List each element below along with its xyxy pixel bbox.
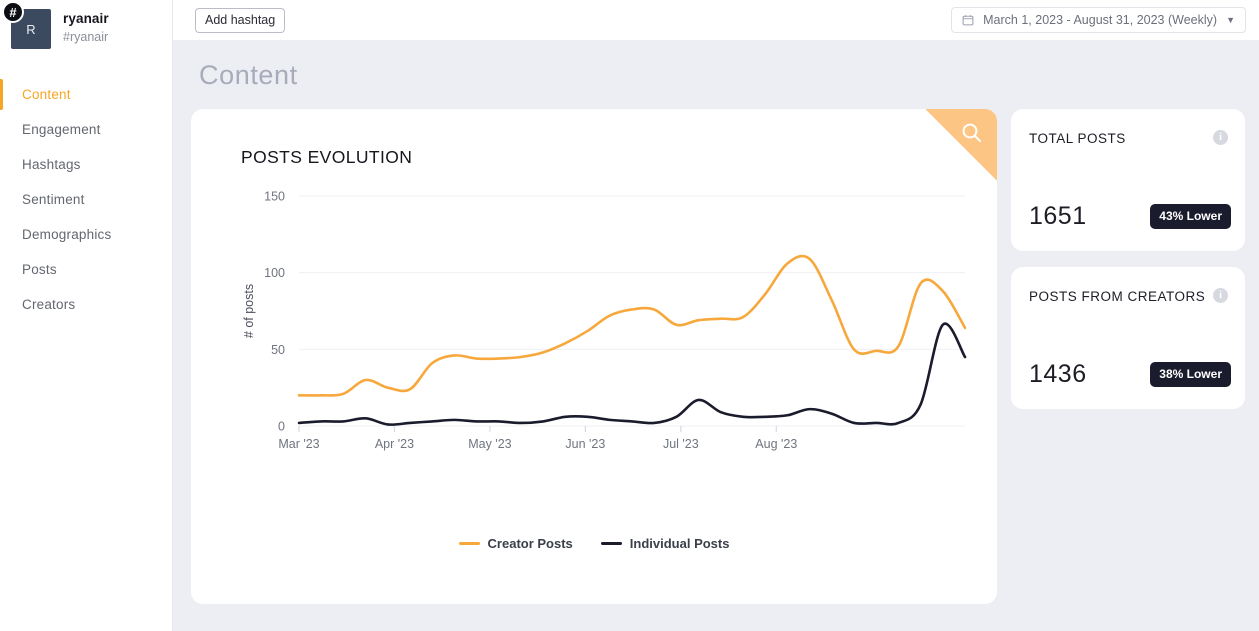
svg-text:Jun '23: Jun '23 <box>565 437 605 451</box>
sidebar-item-label: Sentiment <box>22 192 85 207</box>
content-row: POSTS EVOLUTION 0 50 100 150 # of posts Mar '… <box>173 91 1259 604</box>
metric-card-total-posts: TOTAL POSTS i 1651 43% Lower <box>1011 109 1245 251</box>
metric-card-posts-from-creators: POSTS FROM CREATORS i 1436 38% Lower <box>1011 267 1245 409</box>
sidebar-item-creators[interactable]: Creators <box>0 287 172 322</box>
date-range-selector[interactable]: March 1, 2023 - August 31, 2023 (Weekly)… <box>951 7 1246 33</box>
svg-text:Apr '23: Apr '23 <box>375 437 414 451</box>
calendar-icon <box>962 15 974 26</box>
svg-text:100: 100 <box>264 266 285 280</box>
sidebar-item-label: Content <box>22 87 71 102</box>
sidebar-item-label: Hashtags <box>22 157 81 172</box>
metric-cards: TOTAL POSTS i 1651 43% Lower POSTS FROM … <box>1011 109 1245 604</box>
main-area: Add hashtag March 1, 2023 - August 31, 2… <box>173 0 1259 631</box>
legend-item-individual-posts[interactable]: Individual Posts <box>600 536 730 551</box>
metric-value: 1651 <box>1029 202 1087 230</box>
search-ribbon[interactable] <box>925 109 997 181</box>
metric-title: POSTS FROM CREATORS <box>1029 289 1206 304</box>
legend-label: Creator Posts <box>487 536 573 551</box>
svg-text:0: 0 <box>278 420 285 434</box>
chart-title: POSTS EVOLUTION <box>241 147 413 167</box>
chart-legend: Creator Posts Individual Posts <box>191 536 997 551</box>
sidebar-nav: Content Engagement Hashtags Sentiment De… <box>0 77 172 322</box>
app-root: R # ryanair #ryanair Content Engagement … <box>0 0 1259 631</box>
sidebar-item-posts[interactable]: Posts <box>0 252 172 287</box>
brand-block: R # ryanair #ryanair <box>0 0 172 49</box>
metric-bottom: 1436 38% Lower <box>1029 360 1231 389</box>
info-icon[interactable]: i <box>1213 288 1228 303</box>
brand-handle: #ryanair <box>63 30 109 44</box>
brand-text: ryanair #ryanair <box>63 9 109 44</box>
sidebar-item-label: Engagement <box>22 122 101 137</box>
svg-text:Mar '23: Mar '23 <box>278 437 319 451</box>
page-title: Content <box>199 60 298 90</box>
topbar: Add hashtag March 1, 2023 - August 31, 2… <box>173 0 1259 40</box>
posts-evolution-card: POSTS EVOLUTION 0 50 100 150 # of posts Mar '… <box>191 109 997 604</box>
sidebar-item-content[interactable]: Content <box>0 77 172 112</box>
sidebar-item-demographics[interactable]: Demographics <box>0 217 172 252</box>
status-badge: 43% Lower <box>1150 204 1231 229</box>
add-hashtag-button[interactable]: Add hashtag <box>195 7 286 33</box>
hashtag-badge-icon: # <box>2 1 24 23</box>
sidebar-item-sentiment[interactable]: Sentiment <box>0 182 172 217</box>
brand-name: ryanair <box>63 11 109 26</box>
sidebar: R # ryanair #ryanair Content Engagement … <box>0 0 173 631</box>
sidebar-item-hashtags[interactable]: Hashtags <box>0 147 172 182</box>
avatar: R # <box>2 1 51 49</box>
search-icon <box>962 123 981 142</box>
svg-text:Aug '23: Aug '23 <box>755 437 797 451</box>
metric-value: 1436 <box>1029 360 1087 388</box>
legend-swatch <box>458 542 480 545</box>
sidebar-item-label: Creators <box>22 297 76 312</box>
posts-evolution-chart: 0 50 100 150 # of posts Mar '23 Apr '23 May '23… <box>242 190 967 451</box>
sidebar-item-label: Demographics <box>22 227 112 242</box>
chart-plot-area: 0 50 100 150 # of posts Mar '23 Apr '23 May '23… <box>191 186 997 516</box>
legend-label: Individual Posts <box>629 536 730 551</box>
svg-text:# of posts: # of posts <box>242 284 256 338</box>
sidebar-item-label: Posts <box>22 262 57 277</box>
date-range-text: March 1, 2023 - August 31, 2023 (Weekly) <box>983 13 1218 27</box>
metric-bottom: 1651 43% Lower <box>1029 202 1231 231</box>
info-icon[interactable]: i <box>1213 130 1228 145</box>
svg-text:May '23: May '23 <box>468 437 511 451</box>
status-badge: 38% Lower <box>1150 362 1231 387</box>
sidebar-item-engagement[interactable]: Engagement <box>0 112 172 147</box>
svg-text:150: 150 <box>264 190 285 204</box>
svg-text:Jul '23: Jul '23 <box>663 437 699 451</box>
chevron-down-icon: ▼ <box>1226 15 1235 25</box>
svg-text:50: 50 <box>271 343 285 357</box>
metric-title: TOTAL POSTS <box>1029 131 1126 146</box>
legend-item-creator-posts[interactable]: Creator Posts <box>458 536 573 551</box>
legend-swatch <box>600 542 622 545</box>
